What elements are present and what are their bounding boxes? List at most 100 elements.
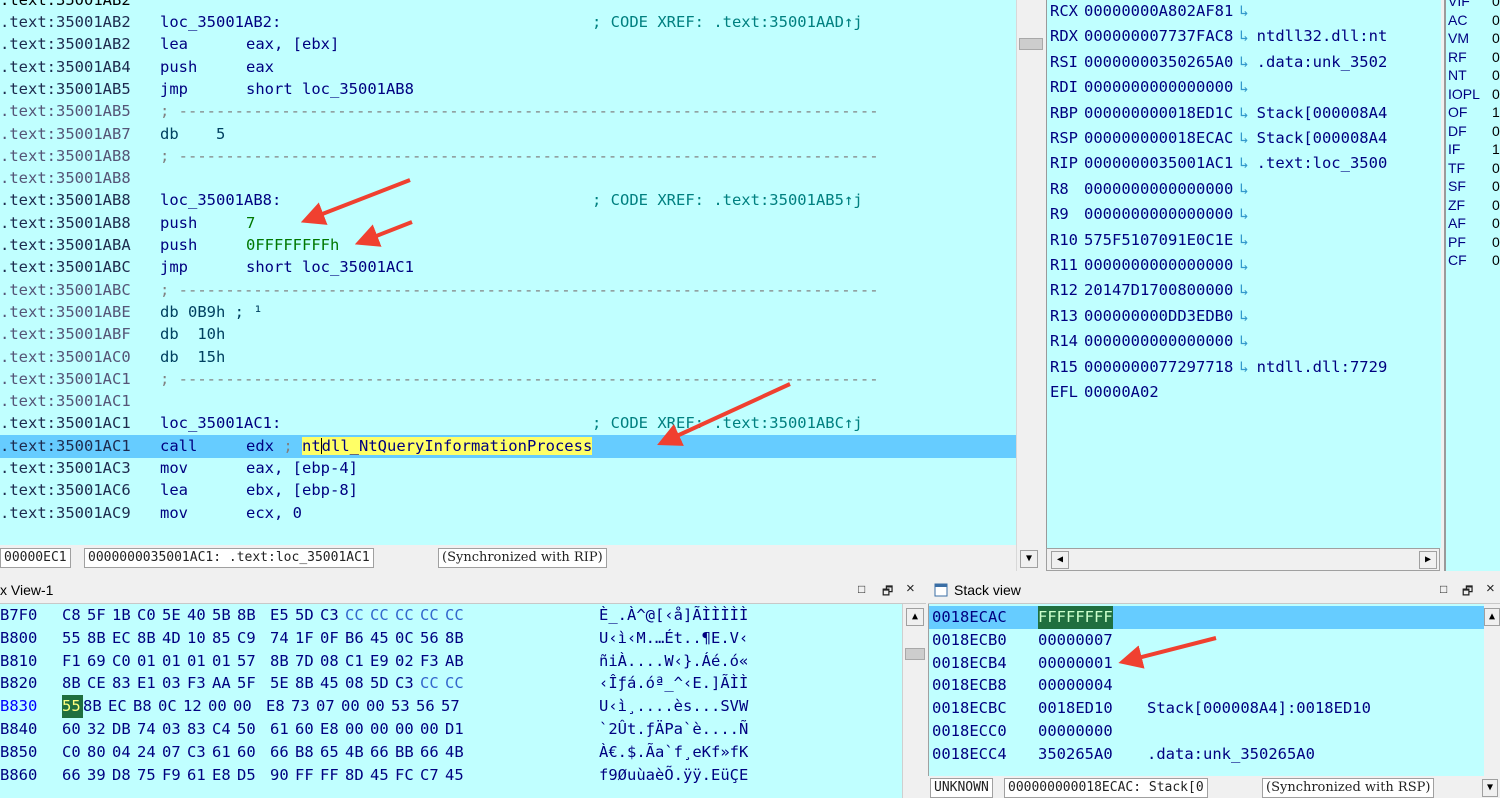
- flag-row-sf[interactable]: SF 0: [1448, 177, 1500, 196]
- hex-byte[interactable]: 5D: [295, 604, 320, 627]
- operand[interactable]: eax, [ebx]: [246, 33, 339, 55]
- hex-byte[interactable]: 56: [420, 627, 445, 650]
- register-row-r9[interactable]: R9 0000000000000000 ↳: [1050, 202, 1249, 227]
- register-value[interactable]: 000000007737FAC8: [1084, 27, 1233, 45]
- hex-byte[interactable]: C3: [320, 604, 345, 627]
- operand[interactable]: short loc_35001AB8: [246, 78, 414, 100]
- hex-byte[interactable]: B8: [133, 695, 158, 718]
- register-row-r8[interactable]: R8 0000000000000000 ↳: [1050, 177, 1249, 202]
- hex-bytes[interactable]: 55 8B EC B8 0C 12 00 00 E8 73 07 00 00 53 56 57: [62, 695, 466, 719]
- flag-row-vif[interactable]: VIF 0: [1448, 0, 1500, 11]
- operand[interactable]: edx ; ntdll_NtQueryInformationProcess: [246, 435, 593, 458]
- jump-arrow-icon[interactable]: ↳: [1239, 53, 1248, 71]
- hex-byte[interactable]: 5F: [237, 672, 262, 695]
- flag-value[interactable]: 0: [1492, 29, 1500, 48]
- hex-byte[interactable]: 00: [345, 718, 370, 741]
- float-window-icon[interactable]: 🗗: [1462, 582, 1473, 603]
- hex-byte[interactable]: 65: [320, 741, 345, 764]
- register-row-r11[interactable]: R11 0000000000000000 ↳: [1050, 253, 1249, 278]
- hex-byte[interactable]: C1: [345, 650, 370, 673]
- hex-byte[interactable]: 00: [395, 718, 420, 741]
- hex-byte[interactable]: 8B: [445, 627, 470, 650]
- hex-view-titlebar[interactable]: x View-1 □ 🗗 ×: [0, 579, 926, 604]
- stack-row[interactable]: 0018ECB4 00000001: [929, 652, 1485, 675]
- hex-byte[interactable]: CC: [370, 604, 395, 627]
- jump-arrow-icon[interactable]: ↳: [1239, 2, 1248, 20]
- stack-view-titlebar[interactable]: Stack view □ 🗗 ×: [928, 579, 1500, 604]
- register-row-r10[interactable]: R10 575F5107091E0C1E ↳: [1050, 228, 1249, 253]
- hex-byte[interactable]: 45: [445, 764, 470, 787]
- hex-byte[interactable]: 73: [291, 695, 316, 718]
- stack-view-vertical-scrollbar[interactable]: ▲: [1484, 604, 1500, 776]
- register-value[interactable]: 000000000DD3EDB0: [1084, 307, 1233, 325]
- register-row-rcx[interactable]: RCX 00000000A802AF81 ↳: [1050, 0, 1249, 24]
- jump-arrow-icon[interactable]: ↳: [1239, 129, 1248, 147]
- hex-byte[interactable]: E8: [320, 718, 345, 741]
- register-row-rbp[interactable]: RBP 000000000018ED1C ↳ Stack[000008A4: [1050, 101, 1387, 126]
- hex-byte[interactable]: 02: [395, 650, 420, 673]
- disasm-line[interactable]: .text:35001ABC ; ------------------------…: [0, 279, 1016, 301]
- disasm-line[interactable]: .text:35001AB8: [0, 167, 1016, 189]
- hex-row[interactable]: B830 55 8B EC B8 0C 12 00 00 E8 73 07 00 00 53 56 57 U‹ì¸…: [0, 695, 902, 719]
- registers-horizontal-scrollbar[interactable]: ◀ ▶: [1046, 548, 1440, 571]
- hex-byte[interactable]: C9: [237, 627, 262, 650]
- function-name-comment[interactable]: ntdll_NtQueryInformationProcess: [302, 436, 593, 455]
- disasm-line[interactable]: .text:35001AB4 push eax: [0, 56, 1016, 78]
- scroll-down-arrow-icon[interactable]: ▼: [1482, 779, 1498, 797]
- flag-row-cf[interactable]: CF 0: [1448, 251, 1500, 270]
- hex-byte[interactable]: C7: [420, 764, 445, 787]
- hex-byte[interactable]: 00: [370, 718, 395, 741]
- hex-byte[interactable]: 40: [187, 604, 212, 627]
- hex-byte[interactable]: C8: [62, 604, 87, 627]
- disassembly-vertical-scrollbar[interactable]: ▼: [1016, 0, 1045, 571]
- flag-row-nt[interactable]: NT 0: [1448, 66, 1500, 85]
- hex-byte[interactable]: C3: [395, 672, 420, 695]
- hex-byte[interactable]: 50: [237, 718, 262, 741]
- code-xref-comment[interactable]: ; CODE XREF: .text:35001AB5↑j: [592, 189, 863, 211]
- disasm-line[interactable]: .text:35001ABE db 0B9h ; ¹: [0, 301, 1016, 323]
- minimize-icon[interactable]: □: [1440, 582, 1447, 596]
- hex-byte[interactable]: 74: [137, 718, 162, 741]
- register-value[interactable]: 0000000000000000: [1084, 332, 1233, 350]
- operand[interactable]: eax, [ebp-4]: [246, 457, 358, 479]
- flag-value[interactable]: 0: [1492, 177, 1500, 196]
- disasm-line[interactable]: .text:35001AB8 push 7: [0, 212, 1016, 234]
- hex-byte[interactable]: 8B: [62, 672, 87, 695]
- operand[interactable]: ecx, 0: [246, 502, 302, 524]
- hex-byte[interactable]: 57: [441, 695, 466, 718]
- hex-byte[interactable]: 04: [112, 741, 137, 764]
- flag-row-if[interactable]: IF 1: [1448, 140, 1500, 159]
- scrollbar-thumb[interactable]: [1019, 38, 1043, 50]
- stack-value[interactable]: 00000004: [1038, 674, 1113, 697]
- hex-row[interactable]: B800 55 8B EC 8B 4D 10 85 C9 74 1F 0F B6 45 0C 56 8B U‹ì‹…: [0, 627, 902, 650]
- register-row-r12[interactable]: R12 20147D1700800000 ↳: [1050, 278, 1249, 303]
- disasm-line[interactable]: .text:35001AB7 db 5: [0, 123, 1016, 145]
- register-row-r15[interactable]: R15 0000000077297718 ↳ ntdll.dll:7729: [1050, 355, 1387, 380]
- jump-arrow-icon[interactable]: ↳: [1239, 256, 1248, 274]
- register-value[interactable]: 0000000000000000: [1084, 205, 1233, 223]
- hex-byte[interactable]: 0C: [395, 627, 420, 650]
- disasm-line[interactable]: .text:35001AB2 lea eax, [ebx]: [0, 33, 1016, 55]
- jump-arrow-icon[interactable]: ↳: [1239, 307, 1248, 325]
- disassembly-view[interactable]: .text:35001AB2 .text:35001AB2 loc_35001AB2…: [0, 0, 1016, 545]
- code-label[interactable]: loc_35001AC1:: [160, 412, 281, 434]
- code-xref-comment[interactable]: ; CODE XREF: .text:35001ABC↑j: [592, 412, 863, 434]
- register-value[interactable]: 00000A02: [1084, 383, 1159, 401]
- disasm-line[interactable]: .text:35001AB2 loc_35001AB2: ; CODE XREF: …: [0, 11, 1016, 33]
- register-value[interactable]: 0000000000000000: [1084, 256, 1233, 274]
- jump-arrow-icon[interactable]: ↳: [1239, 332, 1248, 350]
- register-description[interactable]: Stack[000008A4: [1257, 129, 1388, 147]
- hex-byte[interactable]: 00: [341, 695, 366, 718]
- hex-byte[interactable]: 8B: [237, 604, 262, 627]
- hex-byte[interactable]: 03: [162, 672, 187, 695]
- register-row-r13[interactable]: R13 000000000DD3EDB0 ↳: [1050, 304, 1249, 329]
- hex-byte[interactable]: CC: [420, 604, 445, 627]
- hex-byte[interactable]: CC: [445, 604, 470, 627]
- hex-byte[interactable]: 66: [370, 741, 395, 764]
- flag-value[interactable]: 0: [1492, 0, 1500, 11]
- disasm-line[interactable]: .text:35001AC3 mov eax, [ebp-4]: [0, 457, 1016, 479]
- hex-byte[interactable]: CC: [345, 604, 370, 627]
- scroll-left-arrow-icon[interactable]: ◀: [1051, 551, 1069, 569]
- flag-value[interactable]: 0: [1492, 11, 1500, 30]
- horizontal-splitter[interactable]: [0, 571, 1500, 579]
